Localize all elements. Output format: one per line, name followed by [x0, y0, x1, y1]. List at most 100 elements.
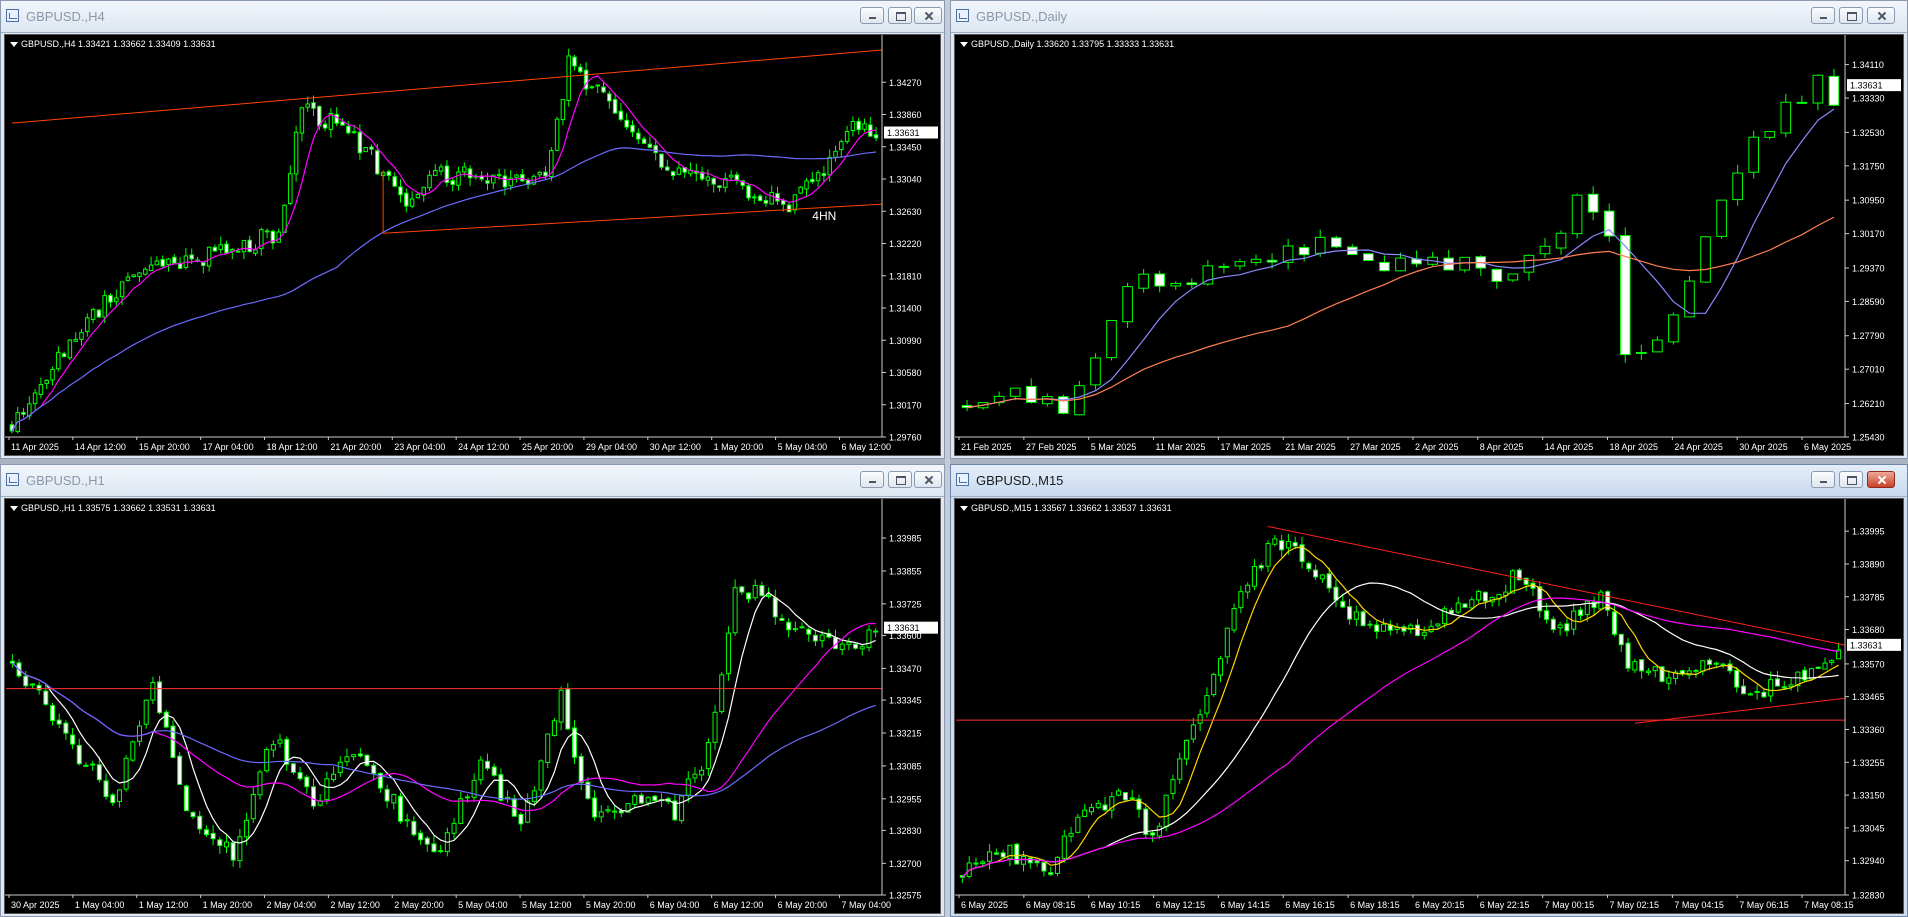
- candle: [1374, 620, 1380, 639]
- candle: [859, 644, 865, 656]
- candle: [288, 165, 293, 206]
- trend-line[interactable]: [1634, 697, 1846, 724]
- chart-svg-h1[interactable]: 1.339851.338551.337251.336001.334701.333…: [5, 499, 940, 913]
- window-m15[interactable]: GBPUSD.,M15 1.33995 1.33890 1.33785 1.33680…: [950, 464, 1908, 917]
- y-tick-label: 1.33470: [889, 664, 922, 674]
- candle-body: [605, 809, 611, 812]
- chart-menu-icon[interactable]: [10, 506, 18, 511]
- candle-body: [114, 297, 119, 303]
- candle: [839, 139, 844, 158]
- trend-line[interactable]: [383, 203, 883, 234]
- candle: [290, 762, 296, 775]
- chart-area-h1[interactable]: 1.33985 1.33855 1.33725 1.33600 1.33470 1.333…: [4, 498, 941, 914]
- minimize-button[interactable]: [1811, 7, 1835, 24]
- candle-body: [821, 173, 827, 177]
- trend-line[interactable]: [1267, 526, 1846, 646]
- candle: [116, 789, 122, 808]
- candle: [833, 145, 838, 162]
- candle-body: [9, 660, 15, 664]
- candle: [545, 733, 551, 769]
- minimize-button[interactable]: [860, 471, 884, 488]
- candle-body: [85, 317, 90, 332]
- candle: [1443, 249, 1454, 271]
- candle-body: [137, 272, 142, 278]
- x-tick-label: 6 May 22:15: [1480, 900, 1530, 910]
- window-splitter[interactable]: [945, 0, 950, 917]
- chart-svg-daily[interactable]: 1.34110 1.33330 1.32530 1.31750 1.30950 1.301…: [955, 35, 1903, 455]
- candle: [247, 235, 252, 253]
- candle-body: [79, 331, 84, 340]
- candle: [850, 116, 856, 137]
- maximize-button[interactable]: [888, 471, 912, 488]
- maximize-button[interactable]: [888, 7, 912, 24]
- title-bar[interactable]: GBPUSD.,H1: [1, 465, 944, 497]
- candle: [873, 628, 879, 638]
- candle-body: [1555, 232, 1567, 249]
- maximize-button[interactable]: [1839, 7, 1863, 24]
- candle-body: [363, 147, 368, 153]
- candle-body: [1700, 660, 1706, 672]
- chart-svg-h4[interactable]: 4HN1.342701.338601.334501.330401.326301.…: [5, 35, 940, 455]
- candle-body: [1379, 261, 1390, 272]
- chart-menu-icon[interactable]: [960, 506, 968, 511]
- time-axis: 21 Feb 2025 27 Feb 2025 5 Mar 2025 11 Mar 2…: [955, 436, 1851, 452]
- candle-body: [752, 196, 757, 199]
- candle-body: [769, 191, 774, 205]
- maximize-button[interactable]: [1839, 471, 1863, 488]
- title-bar[interactable]: GBPUSD.,H4: [1, 1, 944, 33]
- candle-body: [1625, 642, 1631, 669]
- candle: [1732, 164, 1743, 206]
- chart-annotation[interactable]: 4HN: [812, 209, 836, 223]
- chart-area-daily[interactable]: 1.34110 1.33330 1.32530 1.31750 1.30950 1.301…: [954, 34, 1904, 456]
- candle-body: [172, 256, 177, 264]
- candle-body: [846, 641, 852, 645]
- y-tick-label: 1.32630: [889, 207, 922, 217]
- candle: [1489, 596, 1495, 607]
- candle-body: [779, 617, 785, 621]
- candle: [1217, 656, 1224, 683]
- candle: [717, 185, 722, 192]
- candle-body: [1090, 357, 1101, 386]
- candle: [67, 339, 73, 361]
- candle: [1211, 672, 1217, 697]
- minimize-button[interactable]: [860, 7, 884, 24]
- candle-body: [745, 592, 752, 600]
- candle: [525, 793, 531, 824]
- candle-body: [717, 185, 722, 189]
- candle-body: [711, 177, 716, 185]
- candle: [1143, 803, 1149, 839]
- x-tick-label: 1 May 20:00: [203, 900, 253, 910]
- chart-title: GBPUSD.,H4 1.33421 1.33662 1.33409 1.336…: [21, 39, 216, 49]
- candle: [458, 792, 464, 825]
- window-h1[interactable]: GBPUSD.,H1 1.33985 1.33855 1.33725 1.33600 1…: [0, 464, 945, 917]
- window-daily[interactable]: GBPUSD.,Daily 1.34110 1.33330 1.32530 1.317…: [950, 0, 1908, 459]
- candle: [1090, 353, 1101, 390]
- chart-menu-icon[interactable]: [960, 42, 968, 47]
- candle-body: [1204, 695, 1210, 714]
- trend-line[interactable]: [11, 49, 883, 124]
- x-tick-label: 2 May 04:00: [267, 900, 317, 910]
- chart-menu-icon[interactable]: [10, 42, 18, 47]
- candle-body: [1491, 268, 1503, 282]
- candle: [217, 837, 223, 854]
- chart-area-m15[interactable]: 1.33995 1.33890 1.33785 1.33680 1.33570 1.334…: [954, 498, 1904, 914]
- window-h4[interactable]: GBPUSD.,H4 4HN 1.34270 1.33860 1.33450 1.330…: [0, 0, 945, 459]
- title-bar[interactable]: GBPUSD.,M15: [951, 465, 1907, 497]
- candle: [725, 626, 731, 681]
- candle: [1571, 193, 1583, 239]
- minimize-button[interactable]: [1811, 471, 1835, 488]
- candle-body: [859, 646, 865, 650]
- chart-svg-m15[interactable]: 1.33995 1.33890 1.33785 1.33680 1.33570 1.334…: [955, 499, 1903, 913]
- candle-body: [1507, 273, 1519, 281]
- candle-body: [856, 120, 861, 131]
- close-button[interactable]: [914, 7, 942, 24]
- y-tick-label: 1.33985: [889, 534, 922, 544]
- candle-body: [438, 166, 444, 172]
- candle-body: [578, 756, 584, 784]
- close-button[interactable]: [914, 471, 942, 488]
- close-button[interactable]: [1867, 471, 1895, 488]
- title-bar[interactable]: GBPUSD.,Daily: [951, 1, 1907, 33]
- chart-area-h4[interactable]: 4HN 1.34270 1.33860 1.33450 1.33040 1.32630 1.…: [4, 34, 941, 456]
- close-button[interactable]: [1867, 7, 1895, 24]
- candle: [1061, 829, 1067, 863]
